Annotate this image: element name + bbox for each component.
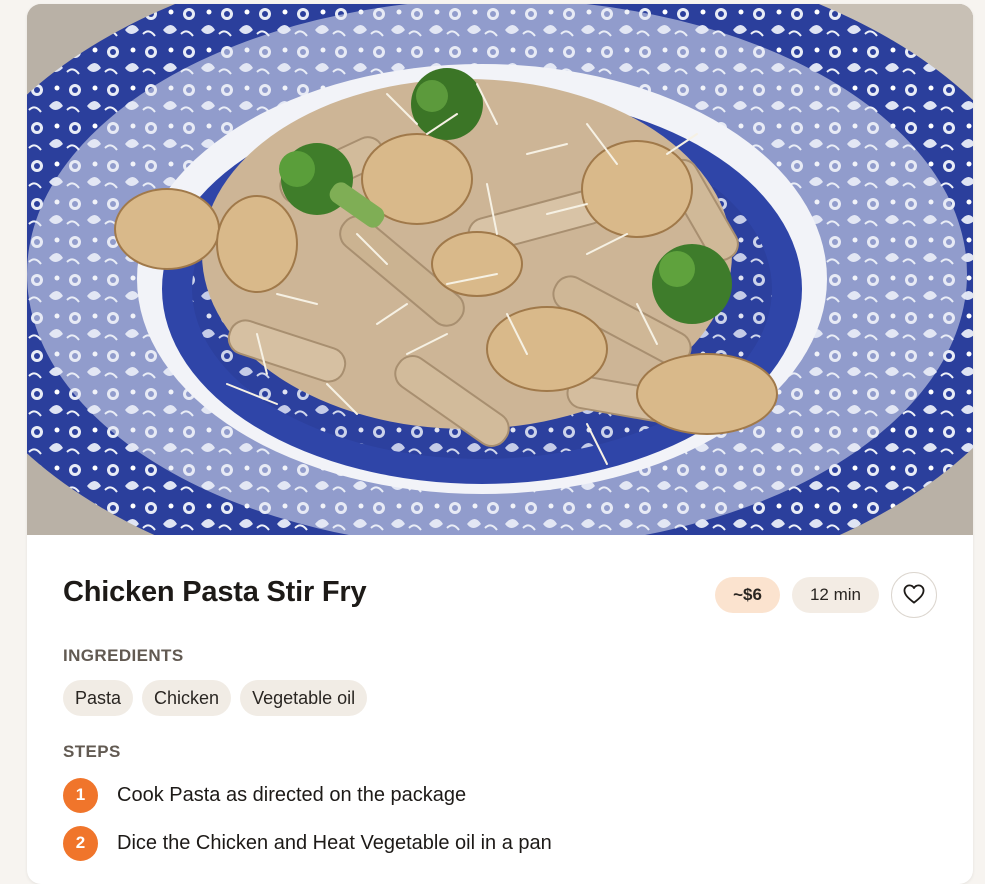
recipe-title: Chicken Pasta Stir Fry xyxy=(63,576,367,608)
recipe-photo xyxy=(27,4,973,535)
step-number-badge: 1 xyxy=(63,777,98,813)
recipe-meta: ~$6 12 min xyxy=(715,572,937,618)
ingredient-list: Pasta Chicken Vegetable oil xyxy=(63,680,368,716)
heart-icon xyxy=(903,583,925,607)
ingredient-chip: Chicken xyxy=(142,680,232,716)
step-text: Dice the Chicken and Heat Vegetable oil … xyxy=(117,831,552,854)
ingredient-chip: Vegetable oil xyxy=(240,680,368,716)
time-badge: 12 min xyxy=(791,577,879,613)
step-list: 1 Cook Pasta as directed on the package … xyxy=(63,777,552,873)
step-number-badge: 2 xyxy=(63,825,98,861)
favorite-button[interactable] xyxy=(891,572,937,618)
steps-heading: STEPS xyxy=(63,742,121,761)
cost-badge: ~$6 xyxy=(715,577,780,613)
step-text: Cook Pasta as directed on the package xyxy=(117,783,467,806)
recipe-card[interactable]: Chicken Pasta Stir Fry ~$6 12 min INGRED… xyxy=(27,4,973,884)
ingredients-heading: INGREDIENTS xyxy=(63,646,184,665)
step-item: 1 Cook Pasta as directed on the package xyxy=(63,777,552,813)
ingredient-chip: Pasta xyxy=(63,680,134,716)
step-item: 2 Dice the Chicken and Heat Vegetable oi… xyxy=(63,825,552,861)
